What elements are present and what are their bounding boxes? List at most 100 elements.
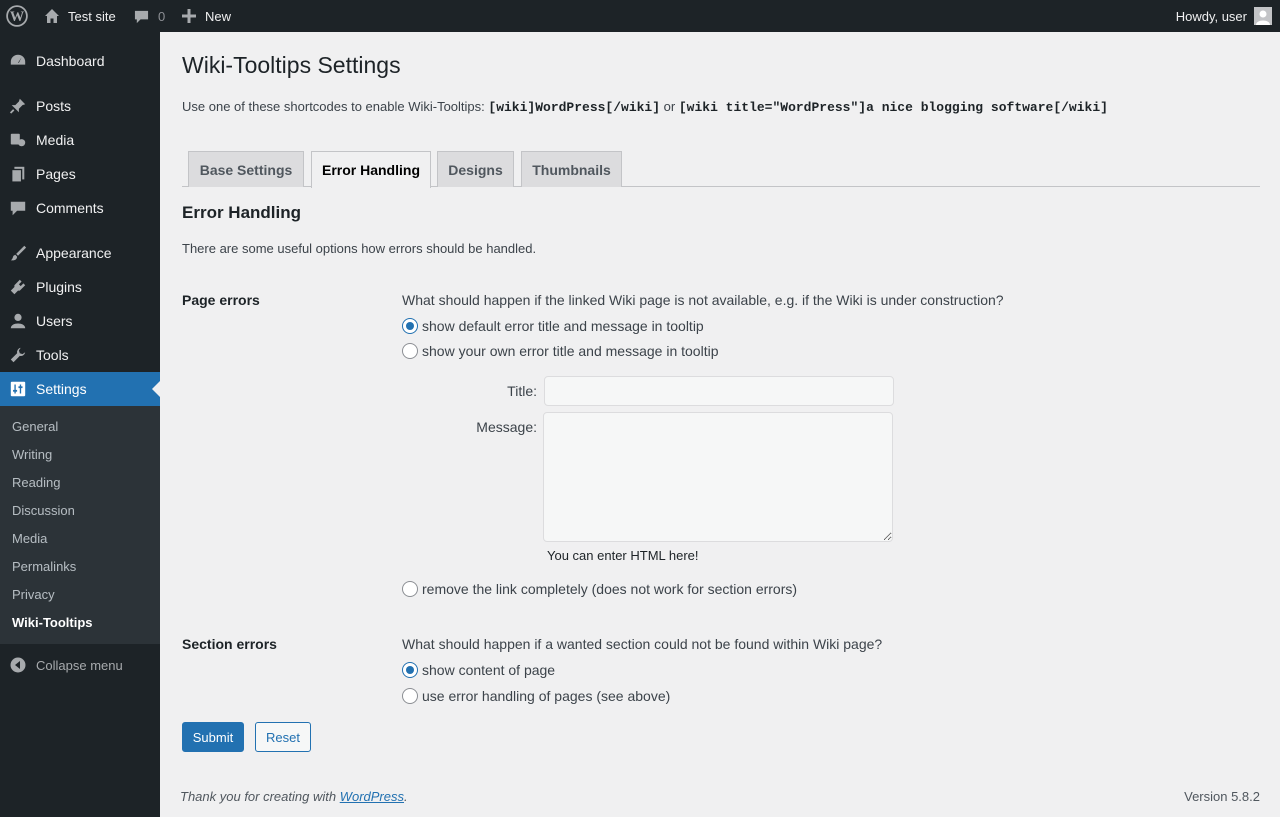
comment-icon xyxy=(0,199,36,217)
sidebar-item-tools[interactable]: Tools xyxy=(0,338,160,372)
sidebar-item-settings[interactable]: Settings xyxy=(0,372,160,406)
plus-icon xyxy=(182,9,205,23)
footer-thanks: Thank you for creating with WordPress. xyxy=(180,789,408,804)
wordpress-link[interactable]: WordPress xyxy=(340,789,404,804)
radio-button[interactable] xyxy=(402,688,418,704)
sidebar-item-label: Pages xyxy=(36,166,76,182)
sidebar-item-users[interactable]: Users xyxy=(0,304,160,338)
users-icon xyxy=(0,312,36,330)
home-icon xyxy=(44,8,68,24)
page-errors-label: Page errors xyxy=(182,292,260,308)
sidebar-item-dashboard[interactable]: Dashboard xyxy=(0,44,160,78)
radio-label: show content of page xyxy=(422,662,556,678)
sidebar-item-label: Users xyxy=(36,313,73,329)
page-errors-option-own[interactable]: show your own error title and message in… xyxy=(402,342,718,360)
submenu-item-permalinks[interactable]: Permalinks xyxy=(12,559,76,574)
tab-thumbnails[interactable]: Thumbnails xyxy=(521,151,622,187)
submenu-item-discussion[interactable]: Discussion xyxy=(12,503,75,518)
collapse-menu-button[interactable]: Collapse menu xyxy=(0,648,160,682)
footer-thanks-suffix: . xyxy=(404,789,408,804)
admin-sidebar: Dashboard Posts Media Pages Comments App… xyxy=(0,32,160,817)
error-title-input[interactable] xyxy=(544,376,894,406)
page-errors-option-remove-link[interactable]: remove the link completely (does not wor… xyxy=(402,580,797,598)
sidebar-item-media[interactable]: Media xyxy=(0,123,160,157)
radio-button[interactable] xyxy=(402,581,418,597)
paintbrush-icon xyxy=(0,244,36,262)
section-title: Error Handling xyxy=(182,203,302,222)
settings-submenu: General Writing Reading Discussion Media… xyxy=(0,406,160,644)
media-icon xyxy=(0,131,36,149)
radio-button[interactable] xyxy=(402,662,418,678)
my-account-link[interactable]: Howdy, user xyxy=(1176,0,1272,32)
sidebar-item-label: Plugins xyxy=(36,279,82,295)
collapse-arrow-icon xyxy=(0,657,36,673)
radio-label: use error handling of pages (see above) xyxy=(422,688,671,704)
reset-button[interactable]: Reset xyxy=(255,722,311,752)
error-message-textarea[interactable] xyxy=(543,412,893,542)
svg-text:W: W xyxy=(10,9,25,25)
title-field-label: Title: xyxy=(507,383,537,399)
new-label: New xyxy=(205,8,232,24)
page-errors-option-default[interactable]: show default error title and message in … xyxy=(402,317,704,335)
sidebar-item-label: Settings xyxy=(36,381,87,397)
intro-or: or xyxy=(663,99,676,114)
comments-count: 0 xyxy=(158,8,166,24)
plugin-icon xyxy=(0,278,36,296)
comment-icon xyxy=(134,9,158,24)
radio-button[interactable] xyxy=(402,343,418,359)
submenu-item-reading[interactable]: Reading xyxy=(12,475,60,490)
shortcode-example-2: [wiki title="WordPress"]a nice blogging … xyxy=(678,100,1108,115)
section-errors-label: Section errors xyxy=(182,636,277,652)
sidebar-item-label: Media xyxy=(36,132,75,148)
site-name-label: Test site xyxy=(68,8,116,24)
sidebar-item-comments[interactable]: Comments xyxy=(0,191,160,225)
submenu-item-privacy[interactable]: Privacy xyxy=(12,587,55,602)
submenu-item-writing[interactable]: Writing xyxy=(12,447,52,462)
sidebar-item-label: Comments xyxy=(36,200,104,216)
tab-base-settings[interactable]: Base Settings xyxy=(188,151,304,187)
sidebar-item-label: Tools xyxy=(36,347,69,363)
pin-icon xyxy=(0,97,36,115)
collapse-menu-label: Collapse menu xyxy=(36,657,123,673)
comments-link[interactable]: 0 xyxy=(134,0,165,32)
page-title: Wiki-Tooltips Settings xyxy=(182,52,401,78)
shortcode-intro: Use one of these shortcodes to enable Wi… xyxy=(182,99,1108,115)
radio-label: remove the link completely (does not wor… xyxy=(422,581,798,597)
page-errors-question: What should happen if the linked Wiki pa… xyxy=(402,292,1004,308)
wordpress-logo-icon[interactable]: W xyxy=(6,0,30,32)
footer-thanks-prefix: Thank you for creating with xyxy=(180,789,337,804)
tab-error-handling[interactable]: Error Handling xyxy=(311,151,431,188)
section-description: There are some useful options how errors… xyxy=(182,241,537,256)
submenu-item-general[interactable]: General xyxy=(12,419,58,434)
admin-bar: W Test site 0 New Howdy, user xyxy=(0,0,1280,32)
radio-label: show default error title and message in … xyxy=(422,318,704,334)
avatar xyxy=(1254,7,1272,25)
wrench-icon xyxy=(0,346,36,364)
section-errors-option-use-page-handling[interactable]: use error handling of pages (see above) xyxy=(402,687,670,705)
radio-label: show your own error title and message in… xyxy=(422,343,719,359)
sidebar-item-appearance[interactable]: Appearance xyxy=(0,236,160,270)
submit-button[interactable]: Submit xyxy=(182,722,244,752)
new-content-link[interactable]: New xyxy=(182,0,231,32)
shortcode-example-1: [wiki]WordPress[/wiki] xyxy=(488,100,661,115)
settings-icon xyxy=(0,380,36,398)
main-content: Wiki-Tooltips Settings Use one of these … xyxy=(160,32,1280,817)
section-errors-option-show-content[interactable]: show content of page xyxy=(402,661,555,679)
submenu-item-media[interactable]: Media xyxy=(12,531,47,546)
sidebar-item-posts[interactable]: Posts xyxy=(0,89,160,123)
sidebar-item-label: Appearance xyxy=(36,245,112,261)
footer-version: Version 5.8.2 xyxy=(1184,789,1260,804)
section-errors-question: What should happen if a wanted section c… xyxy=(402,636,883,652)
sidebar-item-plugins[interactable]: Plugins xyxy=(0,270,160,304)
sidebar-item-label: Posts xyxy=(36,98,72,114)
howdy-label: Howdy, user xyxy=(1175,8,1247,24)
html-hint: You can enter HTML here! xyxy=(547,548,699,563)
message-field-label: Message: xyxy=(476,419,537,435)
site-name-link[interactable]: Test site xyxy=(44,0,116,32)
settings-tabs: Base Settings Error Handling Designs Thu… xyxy=(182,151,1260,188)
sidebar-item-pages[interactable]: Pages xyxy=(0,157,160,191)
submenu-item-wiki-tooltips[interactable]: Wiki-Tooltips xyxy=(12,615,93,630)
radio-button[interactable] xyxy=(402,318,418,334)
tab-designs[interactable]: Designs xyxy=(437,151,514,187)
sidebar-item-label: Dashboard xyxy=(36,53,105,69)
